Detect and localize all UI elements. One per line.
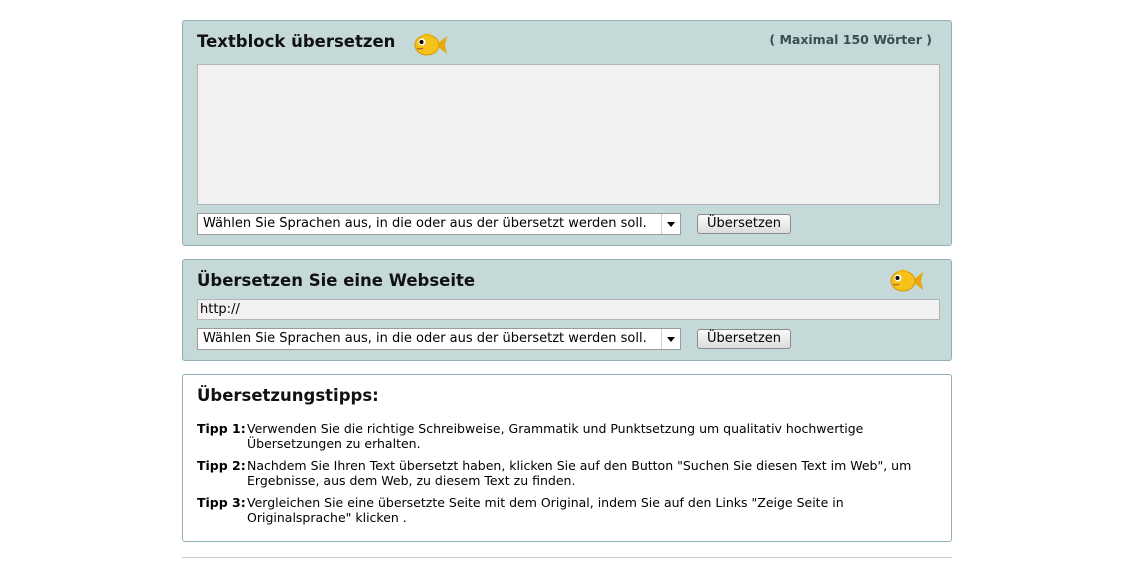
- language-select-value: Wählen Sie Sprachen aus, in die oder aus…: [203, 216, 647, 231]
- translate-text-button[interactable]: Übersetzen: [697, 214, 791, 234]
- chevron-down-icon[interactable]: [661, 214, 680, 234]
- divider: [182, 557, 952, 558]
- tip-label: Tipp 1:: [197, 421, 246, 436]
- text-input-area[interactable]: [197, 64, 940, 205]
- tip-item: Tipp 1: Verwenden Sie die richtige Schre…: [197, 421, 917, 451]
- text-panel-title: Textblock übersetzen: [197, 32, 396, 51]
- tip-label: Tipp 3:: [197, 495, 246, 510]
- tip-label: Tipp 2:: [197, 458, 246, 473]
- web-translation-panel: Übersetzen Sie eine Webseite http:// Wäh…: [182, 259, 952, 361]
- web-language-select-value: Wählen Sie Sprachen aus, in die oder aus…: [203, 331, 647, 346]
- fish-icon: [890, 269, 923, 292]
- word-limit-note: ( Maximal 150 Wörter ): [769, 32, 932, 47]
- tip-text: Verwenden Sie die richtige Schreibweise,…: [247, 421, 864, 451]
- web-panel-title: Übersetzen Sie eine Webseite: [197, 271, 476, 290]
- web-language-select[interactable]: Wählen Sie Sprachen aus, in die oder aus…: [197, 328, 681, 350]
- fish-icon: [414, 33, 447, 56]
- translate-web-button[interactable]: Übersetzen: [697, 329, 791, 349]
- tip-text: Vergleichen Sie eine übersetzte Seite mi…: [247, 495, 844, 525]
- tip-text: Nachdem Sie Ihren Text übersetzt haben, …: [247, 458, 912, 488]
- tip-item: Tipp 3: Vergleichen Sie eine übersetzte …: [197, 495, 917, 525]
- url-input[interactable]: http://: [197, 299, 940, 320]
- tip-item: Tipp 2: Nachdem Sie Ihren Text übersetzt…: [197, 458, 917, 488]
- chevron-down-icon[interactable]: [661, 329, 680, 349]
- tips-title: Übersetzungstipps:: [197, 386, 379, 405]
- tips-panel: Übersetzungstipps: Tipp 1: Verwenden Sie…: [182, 374, 952, 542]
- text-translation-panel: Textblock übersetzen ( Maximal 150 Wörte…: [182, 20, 952, 246]
- language-select[interactable]: Wählen Sie Sprachen aus, in die oder aus…: [197, 213, 681, 235]
